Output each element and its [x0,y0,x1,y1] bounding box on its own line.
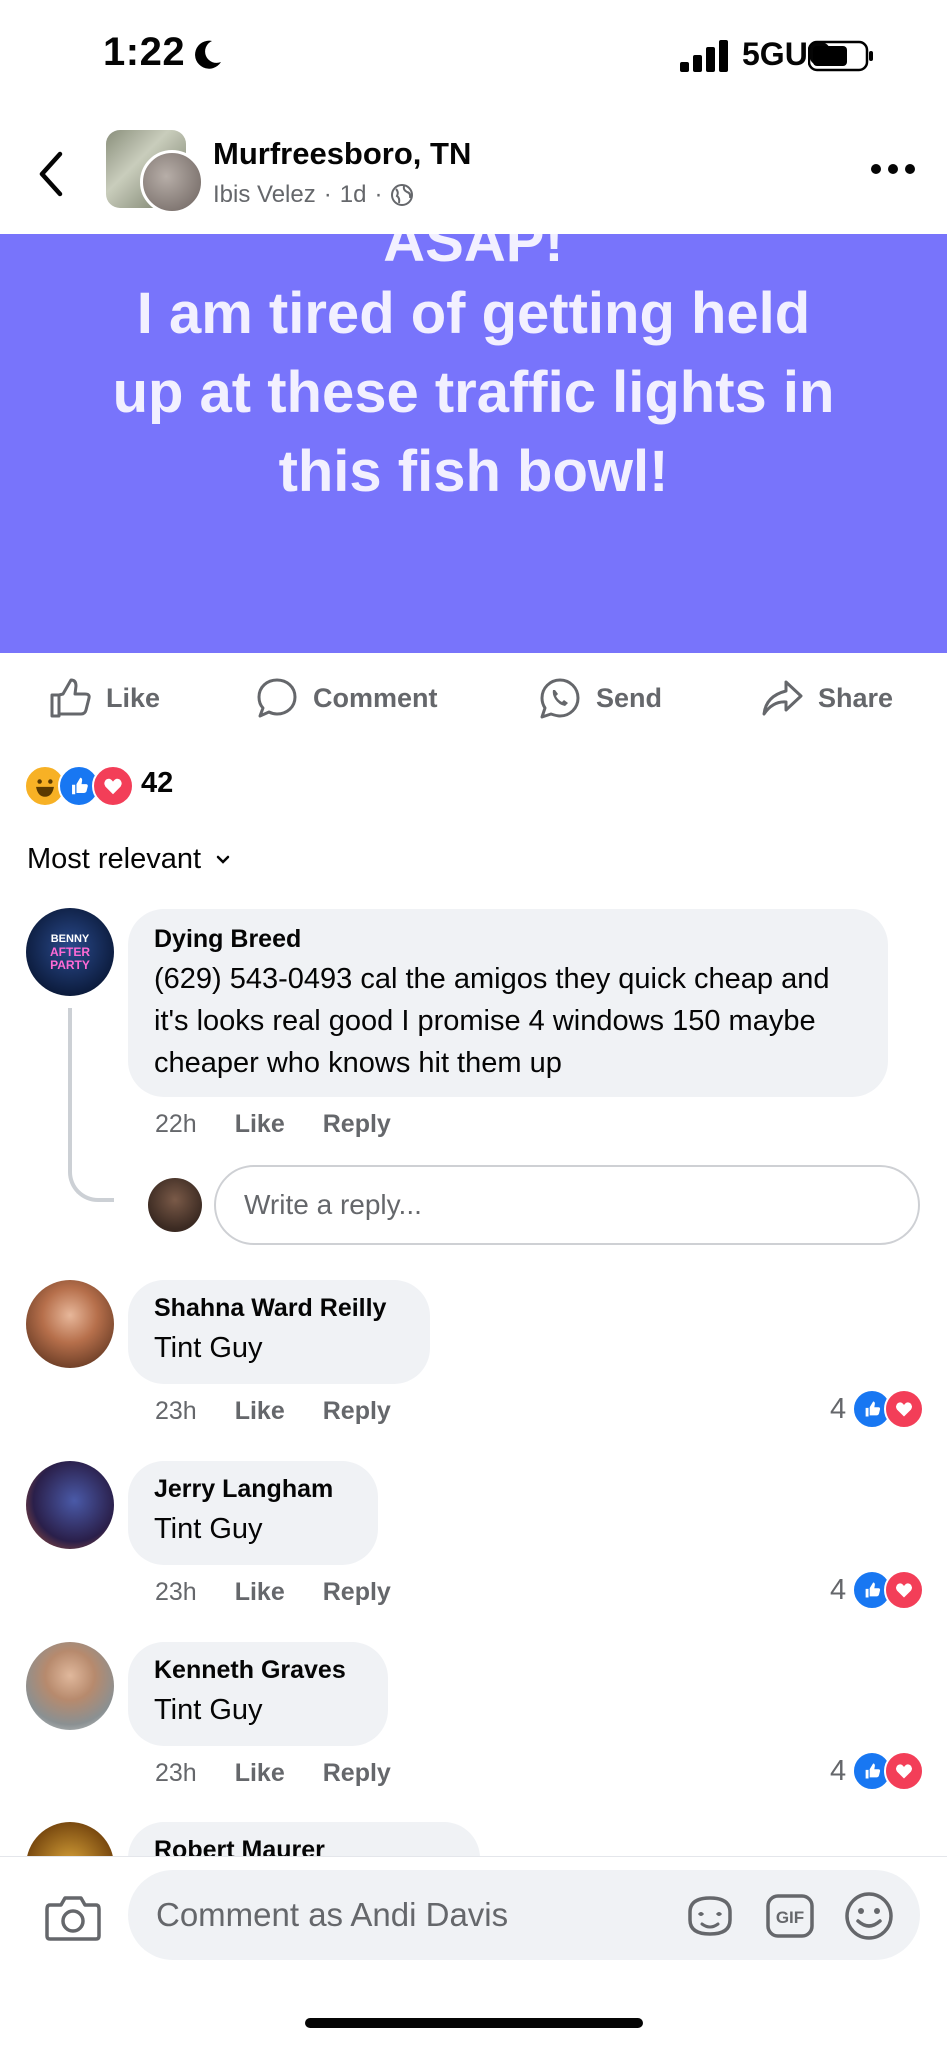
sort-label: Most relevant [27,843,202,875]
share-label: Share [818,682,894,713]
like-button[interactable]: Like [48,670,160,726]
commenter-name[interactable]: Jerry Langham [154,1475,352,1504]
comment-reaction-count: 4 [830,1754,847,1787]
meta-dot: · [323,181,332,208]
commenter-name[interactable]: Dying Breed [154,925,862,954]
more-options-icon[interactable] [870,163,916,175]
comment-reactions[interactable]: 4 [830,1389,925,1429]
svg-text:GIF: GIF [776,1908,804,1927]
like-label: Like [106,682,161,713]
comment-reaction-count: 4 [830,1573,847,1606]
moon-icon [195,40,221,69]
signal-icon [680,40,728,72]
comment-like-button[interactable]: Like [235,1110,285,1139]
thread-line [68,1008,114,1202]
reaction-count[interactable]: 42 [141,767,173,800]
comment-like-button[interactable]: Like [235,1397,285,1426]
reaction-icons[interactable] [24,765,134,807]
author-avatar[interactable] [140,150,204,214]
sort-dropdown[interactable]: Most relevant [27,843,231,876]
comment-reaction-count: 4 [830,1392,847,1425]
comment-reactions[interactable]: 4 [830,1570,925,1610]
svg-text:BENNY: BENNY [51,933,90,945]
banner-line: this fish bowl! [278,439,669,504]
comment-label: Comment [313,682,438,713]
comment-like-button[interactable]: Like [235,1759,285,1788]
comment-icon [257,678,297,718]
status-time: 1:22 [103,30,186,74]
comment-bubble[interactable]: Jerry Langham Tint Guy [128,1461,378,1565]
back-icon[interactable] [36,150,66,198]
comment-reply-button[interactable]: Reply [323,1110,391,1139]
comment-meta: 22h Like Reply [155,1110,391,1139]
battery-icon [808,40,873,72]
comment-time: 23h [155,1397,197,1425]
banner-line: I am tired of getting held [136,281,811,346]
comment-reply-button[interactable]: Reply [323,1578,391,1607]
send-label: Send [596,682,663,713]
whatsapp-icon [540,678,580,719]
comment-reply-button[interactable]: Reply [323,1397,391,1426]
commenter-avatar[interactable] [26,1280,114,1368]
comment-reply-button[interactable]: Reply [323,1759,391,1788]
share-icon [762,680,803,716]
send-button[interactable]: Send [538,670,662,726]
globe-icon [391,184,414,206]
comment-like-button[interactable]: Like [235,1578,285,1607]
comment-bubble[interactable]: Dying Breed (629) 543-0493 cal the amigo… [128,909,888,1097]
commenter-name[interactable]: Kenneth Graves [154,1656,362,1685]
post-age: 1d [339,181,367,208]
author-name[interactable]: Ibis Velez [213,181,316,209]
commenter-avatar[interactable] [26,1642,114,1730]
commenter-avatar[interactable] [26,1461,114,1549]
group-name[interactable]: Murfreesboro, TN [213,136,471,172]
commenter-avatar[interactable]: BENNY AFTER PARTY [26,908,114,996]
comment-text: Tint Guy [154,1694,263,1726]
camera-icon[interactable] [44,1893,102,1943]
comment-time: 23h [155,1759,197,1787]
comment-text: Tint Guy [154,1332,263,1364]
comment-button[interactable]: Comment [255,670,438,726]
comment-time: 23h [155,1578,197,1606]
share-button[interactable]: Share [760,670,893,726]
emoji-icon[interactable] [843,1890,895,1942]
commenter-name[interactable]: Shahna Ward Reilly [154,1294,404,1323]
love-reaction-icon [884,1570,925,1610]
svg-text:PARTY: PARTY [50,958,90,972]
reply-input[interactable]: Write a reply... [214,1165,920,1245]
comment-meta: 23h Like Reply [155,1759,391,1788]
love-reaction-icon [92,765,134,807]
comment-bubble[interactable]: Shahna Ward Reilly Tint Guy [128,1280,430,1384]
user-avatar [148,1178,202,1232]
composer-placeholder: Comment as Andi Davis [156,1896,509,1933]
comment-text: (629) 543-0493 cal the amigos they quick… [154,963,830,1079]
comment-text: Tint Guy [154,1513,263,1545]
chevron-down-icon [216,855,230,864]
home-indicator[interactable] [305,2018,643,2028]
thumbs-up-icon [50,678,91,718]
banner-line: up at these traffic lights in [112,360,835,425]
love-reaction-icon [884,1389,925,1429]
post-meta: Ibis Velez · 1d · [213,181,414,209]
gif-icon[interactable]: GIF [764,1890,816,1942]
comment-meta: 23h Like Reply [155,1397,391,1426]
avatar-sticker-icon[interactable] [684,1890,736,1942]
comment-time: 22h [155,1110,197,1138]
love-reaction-icon [884,1751,925,1791]
meta-dot: · [374,181,383,208]
comment-meta: 23h Like Reply [155,1578,391,1607]
svg-text:AFTER: AFTER [50,945,90,959]
post-banner: ASAP! I am tired of getting held up at t… [0,234,947,653]
comment-bubble[interactable]: Kenneth Graves Tint Guy [128,1642,388,1746]
comment-reactions[interactable]: 4 [830,1751,925,1791]
